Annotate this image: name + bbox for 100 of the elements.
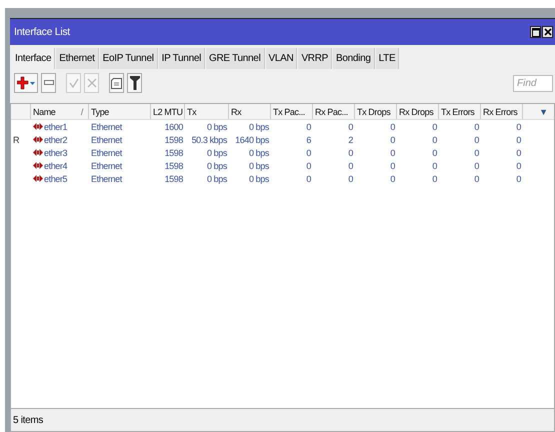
tab[interactable]: EoIP Tunnel — [100, 48, 158, 69]
column-label: Rx Pac... — [315, 106, 348, 116]
table-cell-text: 0 — [473, 160, 480, 172]
table-cell-text: 1640 bps — [234, 134, 270, 146]
interface-icon — [33, 122, 43, 131]
plus-icon — [17, 76, 35, 90]
table-cell-text: 0 — [389, 172, 396, 185]
table-cell-text: 0 bps — [248, 172, 270, 185]
table-cell-text: 0 — [431, 146, 438, 159]
table-cell-text: 0 — [431, 120, 438, 133]
table-cell-text: 0 — [389, 120, 396, 133]
interface-icon — [33, 161, 43, 170]
sort-mark: / — [80, 106, 83, 116]
table-cell-text: 0 — [431, 160, 438, 172]
table-cell-text: 0 — [515, 146, 522, 159]
table-cell-text: 0 — [347, 120, 354, 133]
table-cell-text: 1598 — [164, 134, 184, 146]
column-label: Tx Pac... — [273, 106, 305, 116]
column-label: Type — [91, 106, 109, 116]
table-cell-text: Ethernet — [90, 146, 124, 159]
tab[interactable]: Bonding — [333, 48, 375, 69]
tab[interactable]: IP Tunnel — [158, 48, 206, 69]
item-count: 5 items — [13, 414, 44, 426]
column-label: Tx Drops — [357, 106, 390, 116]
table-cell-text: 0 — [389, 146, 396, 159]
remove-button[interactable] — [41, 73, 56, 93]
tab[interactable]: LTE — [376, 48, 400, 69]
table-cell-text: 0 — [515, 134, 522, 146]
table-cell: ether5 — [31, 172, 89, 185]
interface-icon — [33, 148, 43, 157]
search-field[interactable]: Find — [513, 74, 553, 92]
tab[interactable]: VRRP — [298, 48, 332, 69]
table-cell-text: 2 — [347, 134, 354, 146]
tab[interactable]: GRE Tunnel — [206, 48, 264, 69]
table-cell-text: Ethernet — [90, 134, 124, 146]
column-label: Tx — [187, 106, 196, 116]
add-button[interactable] — [14, 73, 38, 93]
table-cell-text: 0 — [305, 146, 312, 159]
maximize-button[interactable] — [530, 26, 541, 38]
table-cell-text: 50.3 kbps — [190, 134, 228, 146]
column-header[interactable]: Rx Drops — [397, 104, 439, 119]
column-header[interactable]: Type — [89, 104, 151, 119]
table-cell-text: 0 — [515, 120, 522, 133]
table-cell: ether2 — [31, 133, 89, 146]
table-cell-text: Ethernet — [90, 160, 124, 172]
minus-icon — [44, 80, 54, 86]
table-cell-text: 1598 — [164, 172, 184, 185]
filter-icon — [130, 76, 140, 90]
column-label: Rx Drops — [399, 106, 434, 116]
table-cell-text: 0 — [347, 160, 354, 172]
table-cell-text: 0 — [389, 160, 396, 172]
table-cell: ether1 — [31, 120, 89, 133]
table-cell-text: 0 — [305, 120, 312, 133]
table-cell-text: 0 — [515, 160, 522, 172]
table-cell-text: 0 bps — [248, 160, 270, 172]
column-label: Tx Errors — [441, 106, 474, 116]
column-header[interactable]: Tx Errors — [439, 104, 481, 119]
maximize-icon — [532, 28, 540, 36]
table-cell: ether3 — [31, 146, 89, 159]
column-label: Name — [33, 106, 56, 116]
tab[interactable]: VLAN — [266, 48, 298, 69]
interface-icon — [33, 174, 43, 183]
table-cell-text: 6 — [305, 134, 312, 146]
close-button[interactable] — [542, 26, 553, 38]
table-cell-text: 0 — [389, 134, 396, 146]
table-cell-text: Ethernet — [90, 120, 124, 133]
table-cell-text: 1598 — [164, 160, 184, 172]
table-cell-text: 0 bps — [248, 146, 270, 159]
table-cell-text: 0 — [473, 172, 480, 185]
close-icon — [544, 28, 552, 36]
table-cell-text: R — [12, 134, 20, 146]
window-title: Interface List — [14, 26, 70, 38]
column-header[interactable]: Tx — [185, 104, 229, 119]
table-cell-text: 0 — [473, 134, 480, 146]
column-label: Rx Errors — [483, 106, 518, 116]
table-cell-text: 0 — [431, 134, 438, 146]
table-cell-text: 0 bps — [206, 160, 228, 172]
table-cell-text: 0 — [305, 172, 312, 185]
column-header[interactable]: Rx Pac... — [313, 104, 355, 119]
note-icon — [111, 78, 122, 88]
table-cell-text: 0 bps — [206, 146, 228, 159]
table-cell-text: 0 bps — [248, 120, 270, 133]
table-cell-text: 0 bps — [206, 120, 228, 133]
filter-button[interactable] — [127, 73, 142, 93]
table-cell: ether4 — [31, 159, 89, 172]
table-cell-text: 0 — [347, 146, 354, 159]
column-header[interactable]: Tx Pac... — [271, 104, 313, 119]
table-cell-text: 0 — [473, 120, 480, 133]
column-header[interactable]: Tx Drops — [355, 104, 397, 119]
table-cell-text: 0 — [473, 146, 480, 159]
table-cell-text: 0 bps — [206, 172, 228, 185]
table-cell-text: 0 — [431, 172, 438, 185]
cross-icon — [86, 78, 96, 88]
interface-icon — [33, 135, 43, 144]
tab[interactable]: Ethernet — [56, 48, 99, 69]
column-header[interactable]: Name / — [31, 104, 89, 119]
table-cell-text: 0 — [515, 172, 522, 185]
column-header[interactable]: Rx — [229, 104, 271, 119]
table-cell-text: 0 — [305, 160, 312, 172]
comment-button[interactable] — [109, 73, 124, 93]
